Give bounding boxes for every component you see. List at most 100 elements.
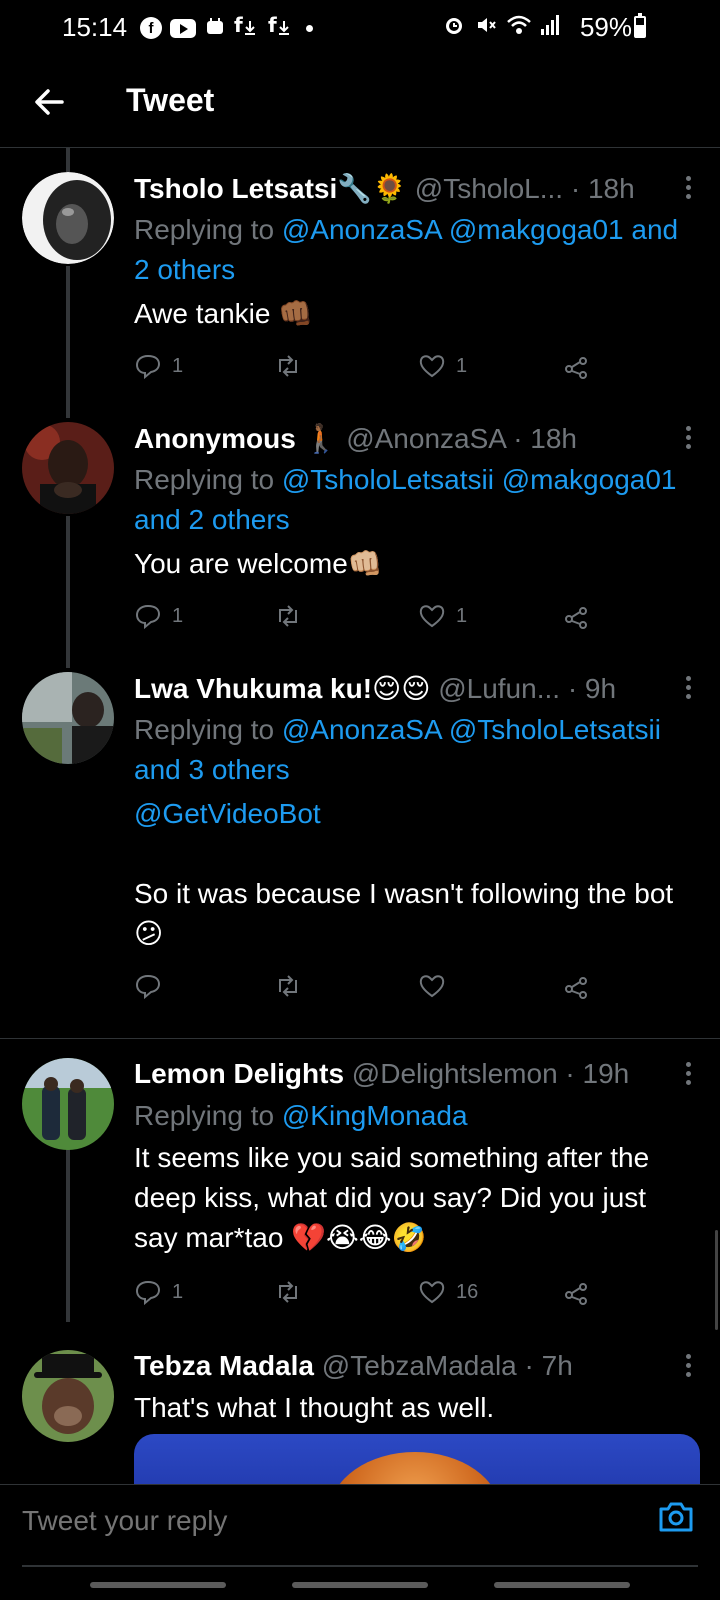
more-options-button[interactable] [684, 676, 692, 702]
replying-mentions[interactable]: @KingMonada [282, 1100, 468, 1131]
tweet-mention: @GetVideoBot [134, 794, 690, 834]
author-name[interactable]: Lemon Delights [134, 1058, 344, 1089]
download-icon: f [234, 13, 260, 43]
page-title: Tweet [126, 82, 215, 118]
battery-icon [634, 13, 646, 38]
share-icon [565, 1283, 587, 1305]
retweet-icon [279, 975, 297, 997]
tweet-actions: 1 16 [134, 1276, 614, 1308]
more-options-button[interactable] [684, 426, 692, 452]
like-button[interactable]: 1 [418, 350, 467, 382]
tweet-actions [134, 970, 614, 1002]
divider [0, 1038, 720, 1039]
mention-link[interactable]: @GetVideoBot [134, 798, 321, 829]
svg-text:f: f [268, 13, 277, 37]
reply-input[interactable] [22, 1499, 582, 1543]
tweet[interactable]: Anonymous 🚶🏾 @AnonzaSA · 18h Replying to… [0, 422, 720, 668]
reply-count: 1 [172, 354, 184, 377]
nav-handle[interactable] [90, 1582, 226, 1588]
share-button[interactable] [562, 600, 590, 632]
avatar[interactable] [22, 1350, 114, 1442]
tweet-text: So it was because I wasn't following the… [134, 878, 674, 949]
retweet-button[interactable] [274, 600, 312, 632]
reply-button[interactable] [134, 970, 172, 1002]
reply-button[interactable]: 1 [134, 600, 183, 632]
author-name[interactable]: Tsholo Letsatsi🔧🌻 [134, 173, 407, 204]
tweet[interactable]: Lemon Delights @Delightslemon · 19h Repl… [0, 1058, 720, 1308]
author-handle[interactable]: @TebzaMadala [322, 1350, 517, 1381]
more-options-button[interactable] [684, 176, 692, 202]
like-count: 1 [456, 604, 468, 627]
author-name[interactable]: Lwa Vhukuma ku!😌😌 [134, 673, 430, 704]
reply-count: 1 [172, 604, 184, 627]
tweet-media[interactable] [134, 1434, 700, 1484]
like-button[interactable]: 1 [418, 600, 467, 632]
share-icon [565, 357, 587, 379]
avatar[interactable] [22, 672, 114, 764]
avatar[interactable] [22, 1058, 114, 1150]
back-button[interactable] [28, 80, 72, 124]
wifi-icon [506, 14, 532, 42]
alarm-icon [442, 13, 466, 43]
retweet-icon [279, 605, 297, 627]
status-time: 15:14 [62, 12, 128, 42]
replying-to: Replying to @KingMonada [134, 1100, 468, 1131]
camera-button[interactable] [656, 1497, 696, 1537]
share-button[interactable] [562, 1276, 590, 1308]
tweet[interactable]: Tebza Madala @TebzaMadala · 7h That's wh… [0, 1350, 720, 1484]
reply-composer [0, 1484, 720, 1600]
more-options-button[interactable] [684, 1062, 692, 1088]
author-handle[interactable]: @Delightslemon [352, 1058, 558, 1089]
retweet-icon [279, 1281, 297, 1303]
facebook-icon: f [140, 17, 162, 39]
heart-icon [419, 605, 445, 628]
author-handle[interactable]: @Lufun... [438, 673, 560, 704]
heart-icon [419, 355, 445, 378]
signal-icon [540, 14, 560, 42]
thread-line [66, 148, 70, 172]
author-handle[interactable]: @AnonzaSA [346, 423, 505, 454]
input-underline [22, 1565, 698, 1567]
tweet-header: Anonymous 🚶🏾 @AnonzaSA · 18h [134, 422, 684, 455]
tweet-text: It seems like you said something after t… [134, 1142, 650, 1253]
share-icon [565, 607, 587, 629]
like-button[interactable]: 16 [418, 1276, 478, 1308]
author-name[interactable]: Anonymous 🚶🏾 [134, 423, 338, 454]
share-button[interactable] [562, 970, 590, 1002]
reply-button[interactable]: 1 [134, 350, 183, 382]
author-handle[interactable]: @TsholoL... [415, 173, 563, 204]
like-button[interactable] [418, 970, 456, 1002]
retweet-button[interactable] [274, 350, 312, 382]
mute-icon [474, 13, 498, 43]
retweet-button[interactable] [274, 970, 312, 1002]
heart-icon [419, 975, 445, 998]
top-app-bar: Tweet [0, 56, 720, 148]
comment-icon [135, 604, 161, 630]
like-count: 16 [456, 1280, 479, 1303]
avatar[interactable] [22, 172, 114, 264]
tweet-header: Tsholo Letsatsi🔧🌻 @TsholoL... · 18h [134, 172, 684, 205]
tweet[interactable]: Tsholo Letsatsi🔧🌻 @TsholoL... · 18h Repl… [0, 172, 720, 418]
tweet-time: · 19h [565, 1058, 630, 1089]
replying-to: Replying to @TsholoLetsatsii @makgoga01 … [134, 464, 677, 535]
nav-handle[interactable] [494, 1582, 630, 1588]
retweet-icon [279, 355, 297, 377]
tweet-text: You are welcome👊🏼 [134, 548, 383, 579]
retweet-button[interactable] [274, 1276, 312, 1308]
tweet-time: · 18h [570, 173, 635, 204]
arrow-left-icon [35, 89, 64, 115]
author-name[interactable]: Tebza Madala [134, 1350, 314, 1381]
tweet-actions: 1 1 [134, 600, 614, 632]
youtube-icon [170, 18, 196, 38]
tweet-header: Lwa Vhukuma ku!😌😌 @Lufun... · 9h [134, 672, 684, 705]
more-options-button[interactable] [684, 1354, 692, 1380]
tweet-header: Tebza Madala @TebzaMadala · 7h [134, 1350, 684, 1382]
tweet-time: · 7h [524, 1350, 573, 1381]
dot-icon [306, 24, 313, 32]
avatar[interactable] [22, 422, 114, 514]
share-button[interactable] [562, 350, 590, 382]
tweet[interactable]: Lwa Vhukuma ku!😌😌 @Lufun... · 9h Replyin… [0, 672, 720, 1012]
reply-button[interactable]: 1 [134, 1276, 183, 1308]
scrollbar[interactable] [715, 1230, 718, 1330]
nav-handle[interactable] [292, 1582, 428, 1588]
